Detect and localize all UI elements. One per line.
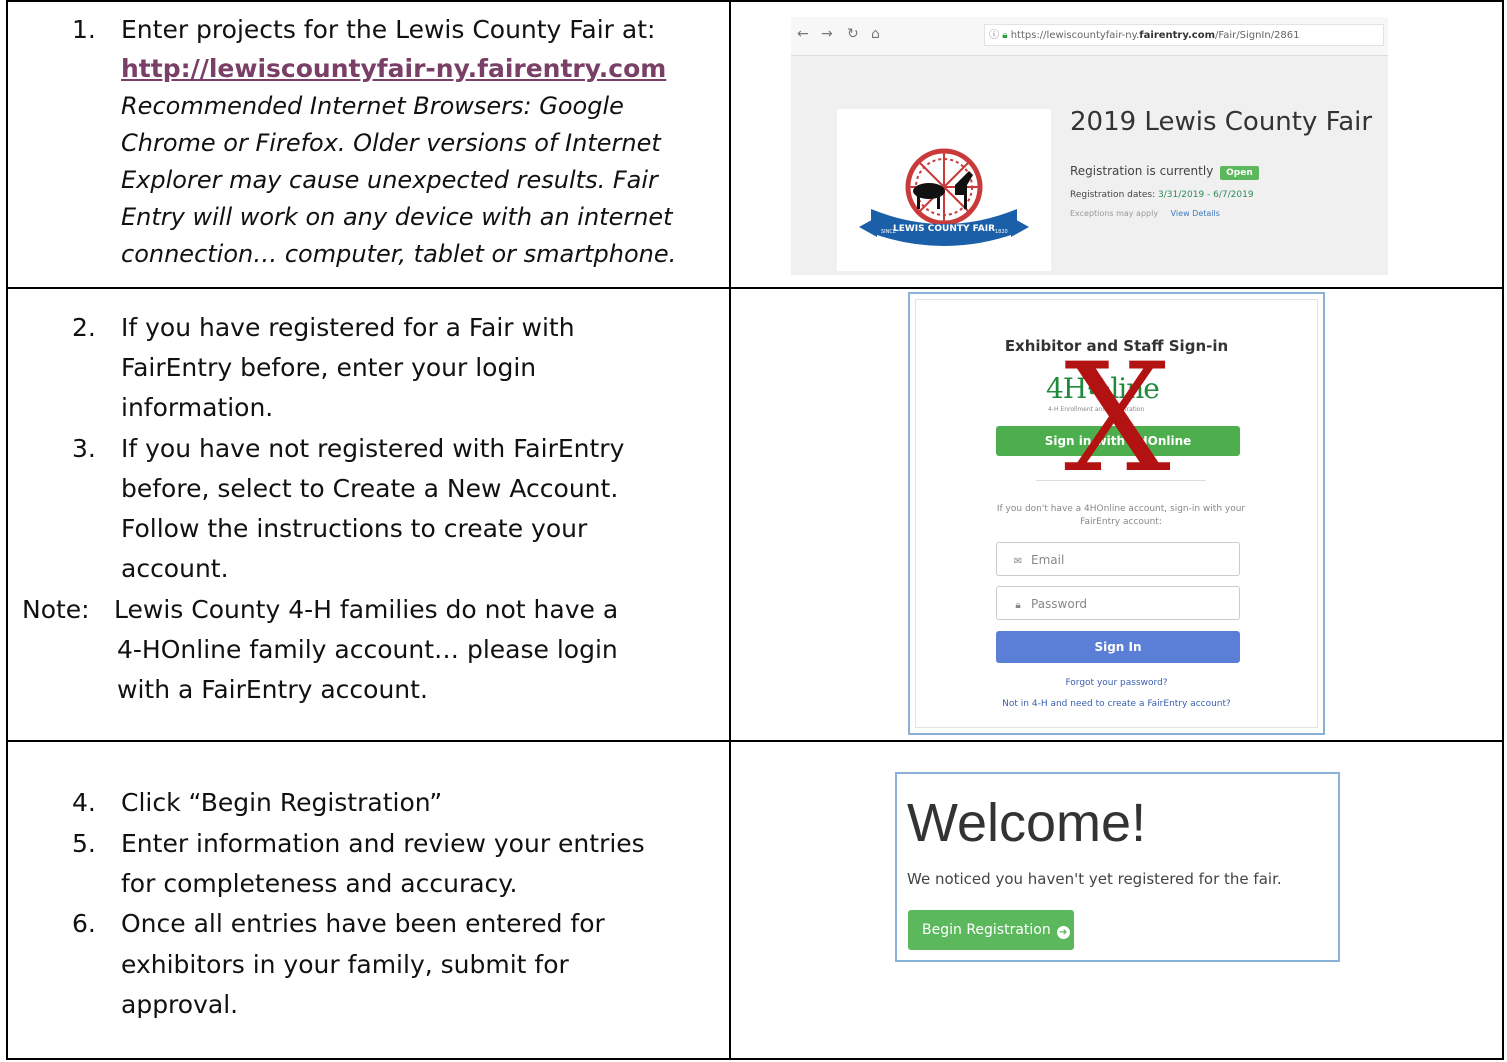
row-divider-1 (6, 287, 1504, 289)
browser-note-line: Explorer may cause unexpected results. F… (121, 166, 658, 194)
registration-label: Registration is currently (1070, 164, 1214, 178)
begin-registration-label: Begin Registration (922, 922, 1051, 938)
url-domain: fairentry.com (1139, 30, 1215, 41)
registration-dates: Registration dates: 3/31/2019 - 6/7/2019 (1070, 190, 1254, 200)
password-placeholder: Password (1031, 597, 1088, 611)
dates-value: 3/31/2019 - 6/7/2019 (1158, 190, 1254, 200)
forward-arrow-icon[interactable]: → (821, 26, 833, 42)
signin-screenshot: Exhibitor and Staff Sign-in 4H☘︎line 4-H… (908, 292, 1325, 735)
signin-panel: Exhibitor and Staff Sign-in 4H☘︎line 4-H… (915, 299, 1318, 728)
fair-homepage-screenshot: ← → ↻ ⌂ ⓘ 🔒︎ https://lewiscountyfair-ny.… (791, 17, 1388, 275)
view-details-link[interactable]: View Details (1171, 209, 1220, 218)
fair-title: 2019 Lewis County Fair (1070, 107, 1373, 137)
step-text: FairEntry before, enter your login (121, 353, 537, 382)
signin-note: If you don't have a 4HOnline account, si… (996, 504, 1246, 527)
note-text: Lewis County 4-H families do not have a (114, 595, 619, 624)
arrow-circle-right-icon: ➜ (1056, 926, 1070, 939)
exceptions-text: Exceptions may apply (1070, 209, 1159, 218)
url-suffix: /Fair/SignIn/2861 (1215, 30, 1300, 41)
row-divider-2 (6, 740, 1504, 742)
begin-registration-button[interactable]: Begin Registration ➜ (908, 910, 1074, 950)
exceptions-line: Exceptions may apply View Details (1070, 209, 1220, 218)
step-number: 3. (72, 434, 96, 463)
note-label: Note: (22, 595, 90, 624)
reload-icon[interactable]: ↻ (847, 26, 859, 42)
logo-since: SINCE (881, 229, 896, 235)
email-placeholder: Email (1031, 553, 1065, 567)
step-text: If you have not registered with FairEntr… (121, 434, 625, 463)
logo-banner-text: LEWIS COUNTY FAIR (893, 224, 995, 234)
email-icon: ✉ (1013, 556, 1023, 567)
step-text: Follow the instructions to create your (121, 514, 588, 543)
fair-logo: LEWIS COUNTY FAIR SINCE 1820 (837, 109, 1051, 271)
cross-out-mark: X (1064, 332, 1171, 506)
step-number: 1. (72, 15, 96, 44)
step-text: for completeness and accuracy. (121, 869, 518, 898)
fair-link[interactable]: http://lewiscountyfair-ny.fairentry.com (121, 49, 666, 89)
step-number: 5. (72, 829, 96, 858)
email-field[interactable]: ✉ Email (996, 542, 1240, 576)
step-number: 6. (72, 909, 96, 938)
browser-note-line: Recommended Internet Browsers: Google (121, 92, 624, 120)
step-text: exhibitors in your family, submit for (121, 950, 569, 979)
step-text: Once all entries have been entered for (121, 909, 605, 938)
step-number: 4. (72, 788, 96, 817)
step-text: Enter information and review your entrie… (121, 829, 645, 858)
step-text: before, select to Create a New Account. (121, 474, 619, 503)
fair-link-text[interactable]: http://lewiscountyfair-ny.fairentry.com (121, 54, 666, 83)
dates-label: Registration dates: (1070, 190, 1156, 200)
welcome-message: We noticed you haven't yet registered fo… (907, 870, 1282, 888)
browser-toolbar: ← → ↻ ⌂ ⓘ 🔒︎ https://lewiscountyfair-ny.… (791, 17, 1388, 56)
note-text: 4-HOnline family account… please login (117, 635, 618, 664)
back-arrow-icon[interactable]: ← (797, 26, 809, 42)
info-icon: ⓘ (989, 30, 999, 41)
browser-note-line: Entry will work on any device with an in… (121, 203, 673, 231)
ferris-wheel-logo-icon: LEWIS COUNTY FAIR SINCE 1820 (859, 148, 1029, 246)
url-prefix: https://lewiscountyfair-ny. (1010, 30, 1140, 41)
home-icon[interactable]: ⌂ (871, 26, 880, 42)
note-text: with a FairEntry account. (117, 675, 428, 704)
password-field[interactable]: 🔒︎ Password (996, 586, 1240, 620)
lock-icon: 🔒︎ (1002, 30, 1008, 41)
welcome-screenshot: Welcome! We noticed you haven't yet regi… (895, 772, 1340, 962)
welcome-heading: Welcome! (907, 793, 1147, 853)
password-lock-icon: 🔒︎ (1015, 600, 1021, 611)
step-number: 2. (72, 313, 96, 342)
step-text: Enter projects for the Lewis County Fair… (121, 15, 656, 44)
step-text: account. (121, 554, 229, 583)
column-divider (729, 0, 731, 1060)
registration-status: Registration is currently Open (1070, 164, 1259, 180)
step-text: approval. (121, 990, 239, 1019)
forgot-password-link[interactable]: Forgot your password? (916, 678, 1317, 688)
step-text: information. (121, 393, 274, 422)
create-account-link[interactable]: Not in 4-H and need to create a FairEntr… (916, 699, 1317, 709)
logo-year: 1820 (995, 229, 1008, 235)
signin-button[interactable]: Sign In (996, 631, 1240, 663)
status-badge: Open (1220, 166, 1259, 180)
step-text: If you have registered for a Fair with (121, 313, 575, 342)
browser-note-line: Chrome or Firefox. Older versions of Int… (121, 129, 661, 157)
step-text: Click “Begin Registration” (121, 788, 443, 817)
browser-note-line: connection… computer, tablet or smartpho… (121, 240, 677, 268)
address-bar[interactable]: ⓘ 🔒︎ https://lewiscountyfair-ny.fairentr… (984, 24, 1384, 46)
